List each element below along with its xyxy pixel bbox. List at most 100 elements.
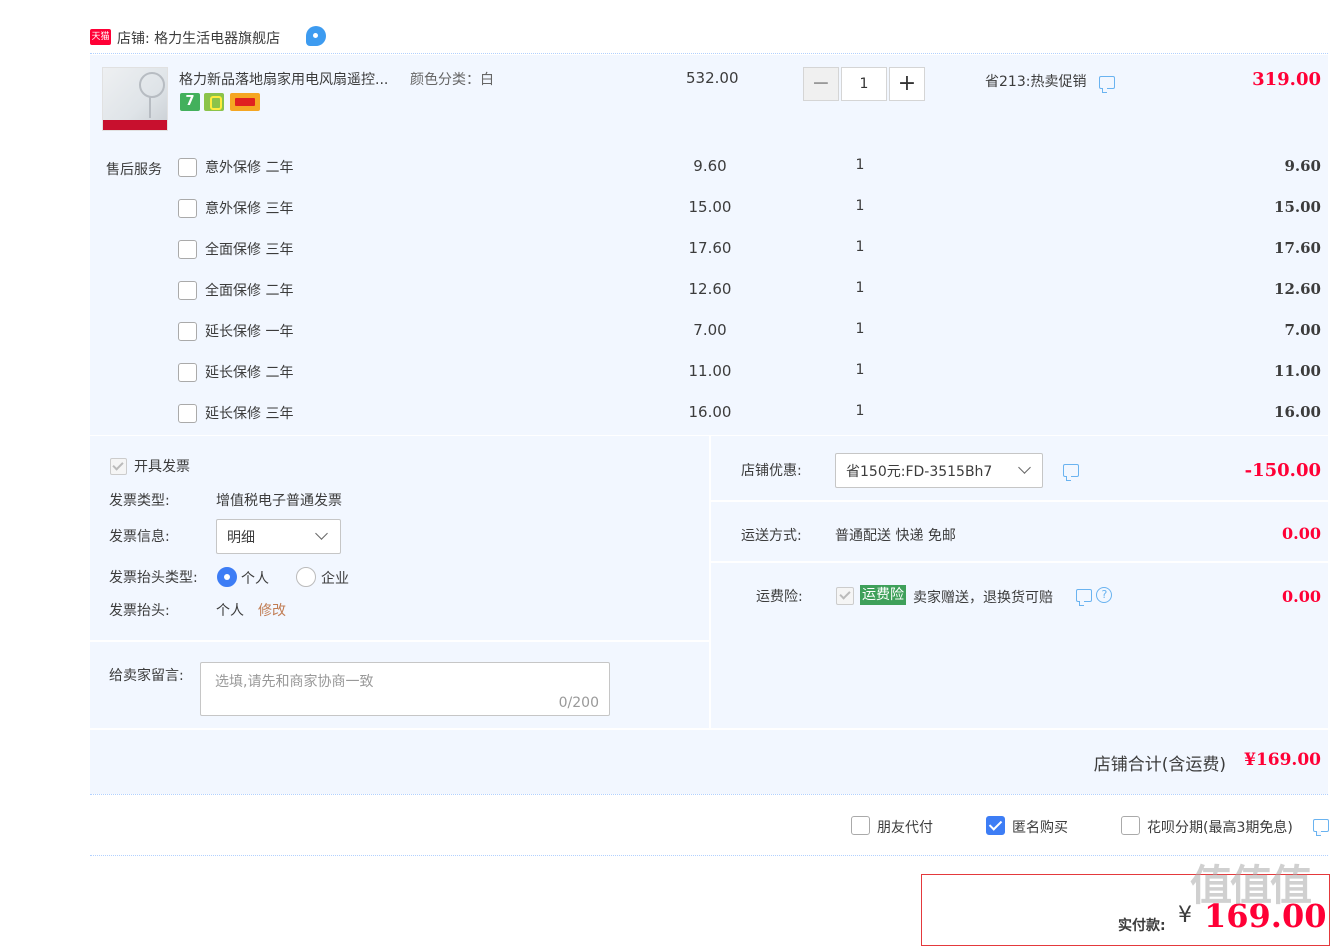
invoice-type-label: 发票类型: xyxy=(109,493,170,509)
service-name: 延长保修 二年 xyxy=(205,365,294,381)
invoice-info-value: 明细 xyxy=(227,530,255,546)
wangwang-chat-icon[interactable] xyxy=(306,26,326,46)
anonymous-label: 匿名购买 xyxy=(1012,820,1068,836)
invoice-info-label: 发票信息: xyxy=(109,529,170,545)
shop-name[interactable]: 店铺: 格力生活电器旗舰店 xyxy=(117,28,280,48)
service-quantity: 1 xyxy=(855,403,865,419)
anonymous-checkbox[interactable] xyxy=(986,816,1005,835)
service-price: 9.60 xyxy=(693,157,727,175)
service-name: 意外保修 三年 xyxy=(205,201,294,217)
invoice-checkbox[interactable] xyxy=(110,458,127,475)
insurance-badge: 运费险 xyxy=(860,585,906,605)
discount-amount: -150.00 xyxy=(1244,460,1321,481)
shipping-amount: 0.00 xyxy=(1282,524,1321,543)
insurance-amount: 0.00 xyxy=(1282,587,1321,606)
unit-price: 532.00 xyxy=(686,69,739,87)
service-quantity: 1 xyxy=(855,198,865,214)
pay-label: 实付款: xyxy=(1118,918,1166,934)
message-counter: 0/200 xyxy=(558,695,599,711)
invoice-info-select[interactable]: 明细 xyxy=(216,519,341,554)
invoice-type-value: 增值税电子普通发票 xyxy=(216,493,342,509)
invoice-title-value: 个人 xyxy=(216,603,244,619)
product-sku: 颜色分类：白 xyxy=(410,72,494,88)
invoice-panel: 开具发票 发票类型: 增值税电子普通发票 发票信息: 明细 发票抬头类型: 个人… xyxy=(90,436,709,728)
service-row: 延长保修 三年 16.00 1 16.00 xyxy=(90,399,1328,429)
service-total: 17.60 xyxy=(1274,239,1321,257)
comment-icon[interactable] xyxy=(1313,819,1329,836)
comment-icon[interactable] xyxy=(1098,75,1115,93)
radio-company-label: 企业 xyxy=(321,571,349,587)
coupon-select[interactable]: 省150元:FD-3515Bh7 xyxy=(835,453,1043,488)
shipping-method: 普通配送 快递 免邮 xyxy=(835,528,956,544)
promotion-label: 省213:热卖促销 xyxy=(985,74,1087,90)
quantity-stepper: − 1 + xyxy=(803,67,925,101)
service-quantity: 1 xyxy=(855,157,865,173)
seven-day-return-icon: 7 xyxy=(180,93,200,111)
shipping-panel: 店铺优惠: 省150元:FD-3515Bh7 -150.00 运送方式: 普通配… xyxy=(711,436,1328,728)
edit-invoice-link[interactable]: 修改 xyxy=(258,600,286,620)
service-price: 12.60 xyxy=(688,280,732,298)
service-price: 7.00 xyxy=(693,321,727,339)
service-checkbox[interactable] xyxy=(178,363,197,382)
quantity-input[interactable]: 1 xyxy=(841,67,887,101)
service-name: 全面保修 三年 xyxy=(205,242,294,258)
service-checkbox[interactable] xyxy=(178,322,197,341)
service-row: 延长保修 二年 11.00 1 11.00 xyxy=(90,358,1328,388)
service-checkbox[interactable] xyxy=(178,240,197,259)
decrease-button[interactable]: − xyxy=(803,67,839,101)
comment-icon[interactable] xyxy=(1063,464,1079,481)
service-quantity: 1 xyxy=(855,362,865,378)
service-total: 9.60 xyxy=(1284,157,1321,175)
shop-header: 天猫 店铺: 格力生活电器旗舰店 xyxy=(90,24,1328,54)
shop-summary: 店铺合计(含运费) ¥169.00 xyxy=(90,730,1328,794)
service-quantity: 1 xyxy=(855,239,865,255)
increase-button[interactable]: + xyxy=(889,67,925,101)
message-label: 给卖家留言: xyxy=(109,668,184,684)
service-price: 15.00 xyxy=(688,198,732,216)
warranty-icon xyxy=(204,93,224,111)
service-checkbox[interactable] xyxy=(178,404,197,423)
chevron-down-icon xyxy=(315,527,328,540)
comment-icon[interactable] xyxy=(1076,588,1092,606)
service-total: 15.00 xyxy=(1274,198,1321,216)
divider xyxy=(90,53,1328,54)
friend-pay-label: 朋友代付 xyxy=(877,820,933,836)
service-name: 全面保修 二年 xyxy=(205,283,294,299)
service-name: 延长保修 一年 xyxy=(205,324,294,340)
service-total: 11.00 xyxy=(1274,362,1321,380)
item-total: 319.00 xyxy=(1252,69,1321,90)
service-price: 16.00 xyxy=(688,403,732,421)
service-name: 延长保修 三年 xyxy=(205,406,294,422)
insurance-label: 运费险: xyxy=(756,589,803,605)
invoice-title-label: 发票抬头: xyxy=(109,603,170,619)
insurance-checkbox[interactable] xyxy=(836,587,854,605)
friend-pay-checkbox[interactable] xyxy=(851,816,870,835)
huabei-label: 花呗分期(最高3期免息) xyxy=(1147,820,1293,836)
service-row: 延长保修 一年 7.00 1 7.00 xyxy=(90,317,1328,347)
radio-company[interactable] xyxy=(296,567,316,587)
service-checkbox[interactable] xyxy=(178,199,197,218)
huabei-checkbox[interactable] xyxy=(1121,816,1140,835)
service-row: 全面保修 三年 17.60 1 17.60 xyxy=(90,235,1328,265)
service-checkbox[interactable] xyxy=(178,281,197,300)
order-item: 格力新品落地扇家用电风扇遥控... 颜色分类：白 7 532.00 − 1 + … xyxy=(90,55,1328,435)
product-thumbnail[interactable] xyxy=(102,67,168,131)
product-title[interactable]: 格力新品落地扇家用电风扇遥控... xyxy=(179,69,388,89)
seller-message-input[interactable]: 选填,请先和商家协商一致 0/200 xyxy=(200,662,610,716)
service-total: 7.00 xyxy=(1284,321,1321,339)
shop-total-amount: ¥169.00 xyxy=(1244,750,1321,770)
divider xyxy=(90,855,1328,856)
radio-personal[interactable] xyxy=(217,567,237,587)
service-price: 17.60 xyxy=(688,239,732,257)
watermark-logo: 值值值 xyxy=(1190,861,1312,910)
tmall-logo: 天猫 xyxy=(90,29,111,45)
help-icon[interactable]: ? xyxy=(1096,587,1113,603)
service-row: 全面保修 二年 12.60 1 12.60 xyxy=(90,276,1328,306)
shop-total-label: 店铺合计(含运费) xyxy=(1093,755,1226,775)
insurance-desc: 卖家赠送，退换货可赔 xyxy=(913,590,1053,606)
service-checkbox[interactable] xyxy=(178,158,197,177)
message-placeholder: 选填,请先和商家协商一致 xyxy=(215,674,374,690)
promotion-text: 省213:热卖促销 xyxy=(985,71,1115,93)
service-price: 11.00 xyxy=(688,362,732,380)
radio-personal-label: 个人 xyxy=(241,571,269,587)
